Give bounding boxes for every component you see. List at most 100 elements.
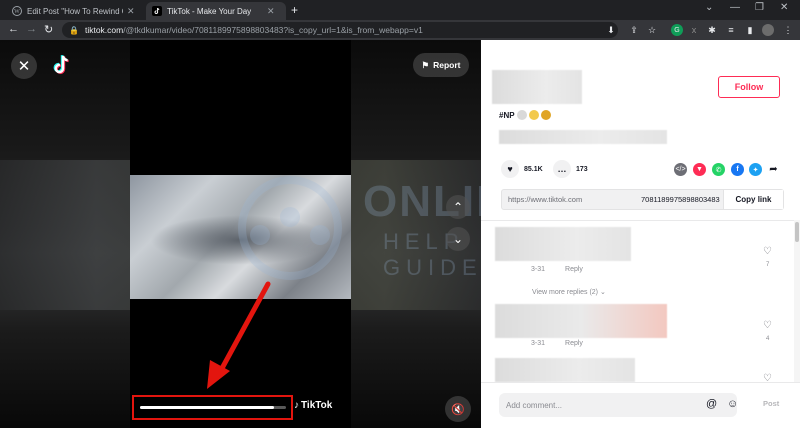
reply-link[interactable]: Reply bbox=[565, 266, 583, 273]
comment-composer: @ ☺ Post bbox=[481, 382, 800, 428]
share-page-icon[interactable]: ⇪ bbox=[628, 24, 640, 36]
tiktok-watermark-icon: ♪ bbox=[294, 400, 299, 411]
copy-link-button[interactable]: Copy link bbox=[723, 190, 783, 209]
site-watermark: ONLINE HELP GUIDE bbox=[225, 173, 481, 283]
video-player[interactable]: ONLINE HELP GUIDE ✕ ⚑ Report ⌃ ⌄ 🔇 ♪ Tik… bbox=[0, 40, 481, 428]
forward-icon[interactable]: → bbox=[26, 23, 37, 35]
medal-icon bbox=[528, 110, 539, 120]
heart-icon[interactable]: ♥ bbox=[501, 160, 519, 178]
reading-list-icon[interactable]: ≡ bbox=[725, 24, 737, 36]
wordpress-icon: W bbox=[12, 6, 22, 16]
minimize-icon[interactable]: — bbox=[730, 2, 740, 13]
chevron-up-icon: ⌃ bbox=[452, 200, 464, 214]
profile-avatar[interactable] bbox=[762, 24, 774, 36]
mute-button[interactable]: 🔇 bbox=[445, 396, 471, 422]
comment-like-icon[interactable]: ♡ bbox=[763, 246, 772, 257]
emoji-icon[interactable]: ☺ bbox=[727, 398, 738, 410]
post-button[interactable]: Post bbox=[763, 399, 779, 408]
at-icon[interactable]: @ bbox=[706, 398, 717, 410]
site-watermark-logo-icon bbox=[238, 176, 342, 280]
comment-input[interactable] bbox=[499, 393, 737, 417]
comment-3-blurred bbox=[495, 358, 635, 382]
mute-icon: 🔇 bbox=[451, 403, 465, 416]
window-close-icon[interactable]: ✕ bbox=[780, 2, 788, 13]
whatsapp-icon[interactable]: ✆ bbox=[712, 163, 725, 176]
comments-divider bbox=[481, 220, 800, 221]
close-tab-icon[interactable]: ✕ bbox=[267, 6, 275, 17]
screenshot-root: W Edit Post "How To Rewind Or Fast ✕ Tik… bbox=[0, 0, 800, 428]
chevron-down-icon: ⌄ bbox=[599, 289, 606, 296]
back-icon[interactable]: ← bbox=[8, 23, 19, 35]
reply-link[interactable]: Reply bbox=[565, 340, 583, 347]
tab-tiktok[interactable]: TikTok - Make Your Day ✕ bbox=[146, 2, 286, 20]
share-arrow-icon[interactable]: ➦ bbox=[767, 163, 780, 176]
tab-title: Edit Post "How To Rewind Or Fast bbox=[27, 6, 123, 16]
twitter-icon[interactable]: ✦ bbox=[749, 163, 762, 176]
address-bar[interactable]: 🔒 tiktok.com /@tkdkumar/video/7081189975… bbox=[62, 22, 618, 38]
comment-date: 3-31 bbox=[531, 266, 546, 273]
tiktok-favicon-icon bbox=[152, 6, 162, 16]
embed-icon[interactable]: </> bbox=[674, 163, 687, 176]
close-icon: ✕ bbox=[17, 58, 31, 75]
trophy-icon bbox=[540, 110, 551, 120]
chrome-menu-icon[interactable]: ⋮ bbox=[782, 24, 794, 36]
report-button[interactable]: ⚑ Report bbox=[413, 53, 469, 77]
browser-tabbar: W Edit Post "How To Rewind Or Fast ✕ Tik… bbox=[0, 0, 800, 20]
comment-like-count: 4 bbox=[766, 336, 770, 342]
comment-2-meta: 3-31 Reply bbox=[531, 340, 583, 347]
tiktok-video-watermark: ♪ TikTok bbox=[294, 400, 332, 411]
comments-scrollbar[interactable] bbox=[794, 220, 800, 382]
svg-text:W: W bbox=[14, 9, 20, 15]
url-host: tiktok.com bbox=[84, 25, 124, 35]
close-video-button[interactable]: ✕ bbox=[11, 53, 37, 79]
comment-like-count: 7 bbox=[766, 262, 770, 268]
follow-button[interactable]: Follow bbox=[718, 76, 780, 98]
extensions-puzzle-icon[interactable]: ✱ bbox=[706, 24, 718, 36]
comment-1-meta: 3-31 Reply bbox=[531, 266, 583, 273]
new-tab-button[interactable]: + bbox=[291, 3, 298, 17]
share-video-id: 7081189975898803483 bbox=[641, 195, 720, 204]
browser-toolbar: ← → ↻ 🔒 tiktok.com /@tkdkumar/video/7081… bbox=[0, 20, 800, 40]
video-details-panel: Follow #NP ♥ 85.1K … 173 </> ▼ ✆ f ✦ ➦ h… bbox=[481, 40, 800, 428]
tiktok-watermark-text: TikTok bbox=[301, 400, 333, 411]
send-to-friends-icon[interactable]: ▼ bbox=[693, 163, 706, 176]
caption: #NP bbox=[499, 110, 551, 120]
comment-like-icon[interactable]: ♡ bbox=[763, 320, 772, 331]
lock-icon: 🔒 bbox=[69, 25, 79, 35]
emoji-icon bbox=[516, 110, 527, 120]
comment-date: 3-31 bbox=[531, 340, 546, 347]
share-url: https://www.tiktok.com bbox=[508, 195, 583, 204]
tab-edit-post[interactable]: W Edit Post "How To Rewind Or Fast ✕ bbox=[6, 2, 146, 20]
next-video-button[interactable]: ⌄ bbox=[446, 227, 470, 251]
comments-scroll-thumb[interactable] bbox=[795, 222, 799, 242]
tiktok-logo-icon[interactable] bbox=[50, 53, 72, 77]
restore-icon[interactable]: ❐ bbox=[755, 2, 764, 13]
tab-title: TikTok - Make Your Day bbox=[167, 6, 252, 16]
author-name-blurred bbox=[492, 70, 582, 104]
tab-search-icon[interactable]: ⌄ bbox=[705, 2, 713, 13]
install-app-icon[interactable]: ⬇ bbox=[605, 24, 617, 36]
comment-2-blurred bbox=[495, 304, 667, 338]
comment-action[interactable]: … 173 bbox=[553, 160, 588, 178]
facebook-icon[interactable]: f bbox=[731, 163, 744, 176]
like-action[interactable]: ♥ 85.1K bbox=[501, 160, 543, 178]
annotation-highlight-box bbox=[132, 395, 293, 420]
music-line-blurred bbox=[499, 130, 667, 144]
comment-1-blurred bbox=[495, 227, 631, 261]
like-count: 85.1K bbox=[524, 165, 543, 173]
report-label: Report bbox=[433, 60, 461, 70]
copy-link-box: https://www.tiktok.com 70811899758988034… bbox=[501, 189, 784, 210]
comment-icon[interactable]: … bbox=[553, 160, 571, 178]
close-tab-icon[interactable]: ✕ bbox=[127, 6, 135, 17]
reload-icon[interactable]: ↻ bbox=[44, 23, 53, 36]
chevron-down-icon: ⌄ bbox=[452, 232, 464, 246]
extension-x-icon[interactable]: x bbox=[688, 24, 700, 36]
hashtag-link[interactable]: #NP bbox=[499, 111, 515, 120]
previous-video-button[interactable]: ⌃ bbox=[446, 195, 470, 219]
view-more-replies[interactable]: View more replies (2) ⌄ bbox=[532, 288, 606, 296]
bookmark-star-icon[interactable]: ☆ bbox=[646, 24, 658, 36]
side-panel-icon[interactable]: ▮ bbox=[744, 24, 756, 36]
url-path: /@tkdkumar/video/7081189975898803483?is_… bbox=[123, 25, 423, 35]
comment-count: 173 bbox=[576, 165, 588, 173]
grammarly-icon[interactable]: G bbox=[671, 24, 683, 36]
